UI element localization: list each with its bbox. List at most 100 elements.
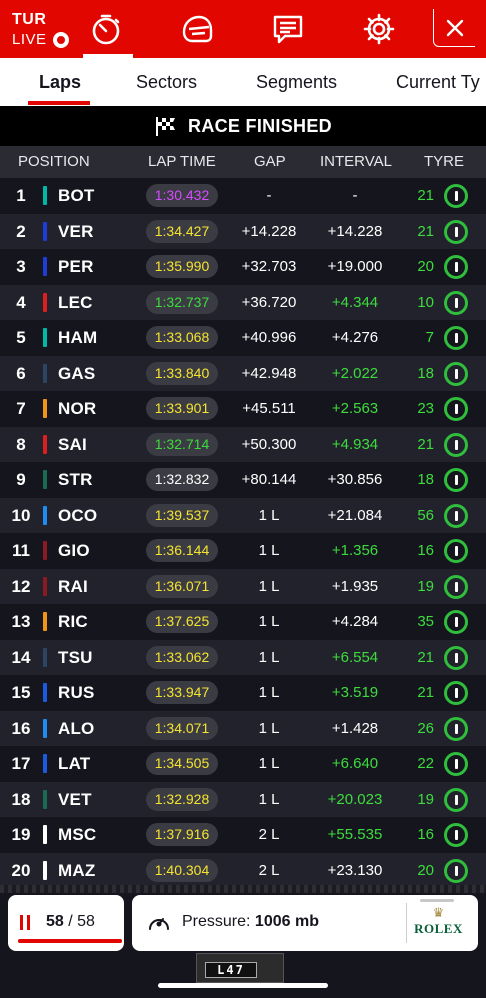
table-row[interactable]: 14 TSU 1:33.062 1 L +6.554 21 [0,639,486,675]
table-row[interactable]: 20 MAZ 1:40.304 2 L +23.130 20 [0,852,486,888]
team-color-bar [43,612,47,631]
total-laps: 58 [77,913,95,930]
table-row[interactable]: 5 HAM 1:33.068 +40.996 +4.276 7 [0,320,486,356]
gap: 1 L [258,542,280,559]
gap: - [266,187,272,204]
table-row[interactable]: 16 ALO 1:34.071 1 L +1.428 26 [0,710,486,746]
divider-strip [0,885,486,893]
col-tyre[interactable]: TYRE [424,146,464,178]
col-lap-time[interactable]: LAP TIME [148,146,216,178]
table-row[interactable]: 8 SAI 1:32.714 +50.300 +4.934 21 [0,426,486,462]
col-gap[interactable]: GAP [254,146,286,178]
interval: +20.023 [327,790,383,808]
chat-icon[interactable] [268,9,308,49]
interval: +2.563 [331,400,379,417]
table-row[interactable]: 19 MSC 1:37.916 2 L +55.535 16 [0,817,486,853]
interval: +21.084 [327,506,383,524]
gear-icon[interactable] [359,9,399,49]
race-status-text: RACE FINISHED [188,115,332,136]
gap: 2 L [258,826,280,843]
team-color-bar [43,186,47,205]
gap: +80.144 [241,471,297,488]
lap-time: 1:39.537 [146,503,218,527]
table-row[interactable]: 15 RUS 1:33.947 1 L +3.519 21 [0,675,486,711]
table-row[interactable]: 10 OCO 1:39.537 1 L +21.084 56 [0,497,486,533]
intermediate-tyre-icon [444,468,468,492]
lap-time: 1:30.432 [146,184,218,207]
intermediate-tyre-icon [444,184,468,208]
checkered-flag-icon [156,117,176,136]
lap-time: 1:33.901 [146,397,218,420]
tyre-laps: 21 [417,648,434,666]
weather-card[interactable]: Pressure: 1006 mb ♛ ROLEX [132,895,478,951]
close-icon [446,19,463,36]
table-row[interactable]: 9 STR 1:32.832 +80.144 +30.856 18 [0,462,486,498]
table-row[interactable]: 11 GIO 1:36.144 1 L +1.356 16 [0,533,486,569]
position: 16 [11,718,31,738]
table-row[interactable]: 4 LEC 1:32.737 +36.720 +4.344 10 [0,284,486,320]
team-color-bar [43,576,47,596]
gap: 1 L [258,790,280,808]
gap: 1 L [258,506,280,524]
lap-time: 1:32.714 [146,432,218,456]
helmet-icon[interactable] [177,9,217,49]
pressure-readout: Pressure: 1006 mb [182,913,319,931]
lap-separator: / [68,913,73,930]
pressure-value: 1006 mb [254,913,319,930]
gap: +40.996 [241,329,297,346]
timer-icon[interactable] [86,9,126,49]
table-row[interactable]: 3 PER 1:35.990 +32.703 +19.000 20 [0,249,486,285]
tab-segments[interactable]: Segments [256,58,337,106]
lap-time: 1:34.071 [146,716,218,740]
live-dot-icon [52,32,69,48]
position: 2 [16,221,26,241]
table-row[interactable]: 7 NOR 1:33.901 +45.511 +2.563 23 [0,391,486,427]
lap-time: 1:40.304 [146,858,218,882]
col-interval[interactable]: INTERVAL [320,146,392,178]
interval: +1.428 [331,719,379,737]
lap-time: 1:37.916 [146,823,218,846]
table-row[interactable]: 1 BOT 1:30.432 - - 21 [0,178,486,214]
intermediate-tyre-icon [444,645,468,670]
home-indicator[interactable] [158,983,328,988]
tyre-laps: 26 [417,719,434,737]
intermediate-tyre-icon [444,326,468,350]
pause-icon[interactable] [20,915,30,930]
position: 12 [11,576,31,596]
tyre-laps: 16 [417,826,434,843]
bottom-panel: 58 / 58 Pressure: 1006 mb ♛ ROLEX L47 [0,885,486,998]
driver-code: RUS [58,683,95,702]
team-color-bar [43,363,47,383]
tyre-laps: 21 [417,222,434,240]
position: 8 [16,434,26,454]
lap-time: 1:36.071 [146,574,218,598]
position: 15 [11,683,31,702]
team-color-bar [43,257,47,276]
table-row[interactable]: 12 RAI 1:36.071 1 L +1.935 19 [0,568,486,604]
table-row[interactable]: 18 VET 1:32.928 1 L +20.023 19 [0,781,486,817]
tab-current-tyre[interactable]: Current Ty [396,58,480,106]
tyre-laps: 21 [417,435,434,453]
table-row[interactable]: 17 LAT 1:34.505 1 L +6.640 22 [0,746,486,782]
table-row[interactable]: 13 RIC 1:37.625 1 L +4.284 35 [0,604,486,640]
pressure-label: Pressure: [182,913,251,930]
intermediate-tyre-icon [444,787,468,812]
lap-time: 1:33.068 [146,326,218,349]
interval: +4.934 [331,435,379,453]
gap: +36.720 [241,293,297,311]
gap: 1 L [258,613,280,630]
table-row[interactable]: 2 VER 1:34.427 +14.228 +14.228 21 [0,213,486,249]
tab-sectors[interactable]: Sectors [136,58,197,106]
live-label: LIVE [12,31,47,48]
gap: 1 L [258,648,280,666]
live-badge[interactable]: TUR LIVE [12,10,69,50]
driver-code: PER [58,257,94,276]
drag-handle[interactable] [420,899,454,902]
lap-time: 1:32.737 [146,290,218,314]
tab-laps[interactable]: Laps [39,58,81,106]
lap-counter-card[interactable]: 58 / 58 [8,895,124,951]
col-position[interactable]: POSITION [18,146,90,178]
table-row[interactable]: 6 GAS 1:33.840 +42.948 +2.022 18 [0,355,486,391]
close-button[interactable] [433,9,475,47]
interval: +4.284 [331,613,379,630]
